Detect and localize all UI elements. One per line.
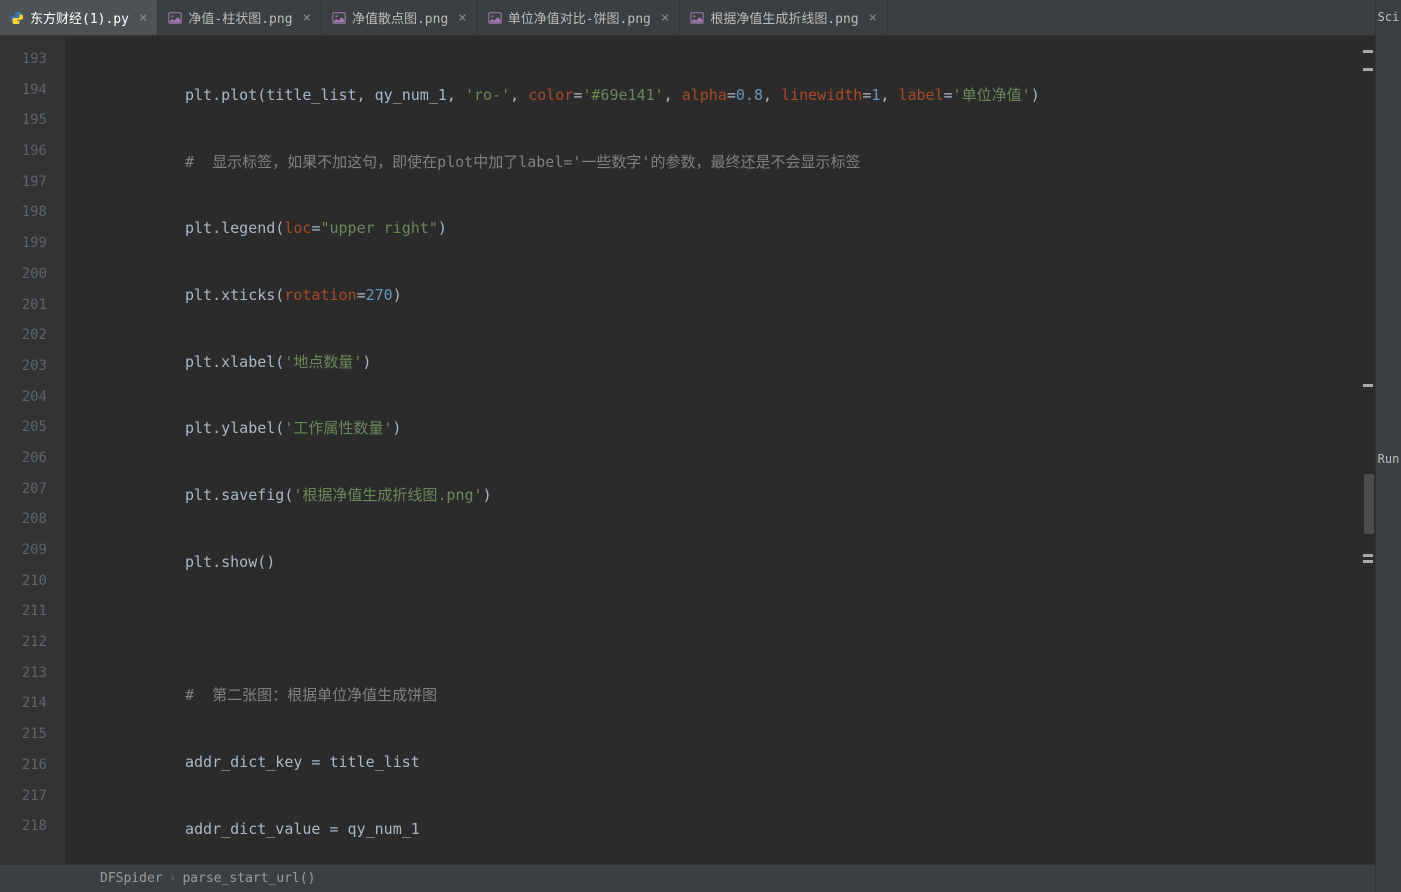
- close-icon[interactable]: ×: [869, 10, 877, 26]
- editor-scrollbar[interactable]: [1361, 44, 1375, 864]
- tab-image-4[interactable]: 根据净值生成折线图.png ×: [680, 0, 888, 35]
- line-number: 216: [0, 750, 65, 781]
- line-number: 211: [0, 596, 65, 627]
- line-number: 202: [0, 320, 65, 351]
- scroll-marker: [1363, 554, 1373, 557]
- line-number: 204: [0, 382, 65, 413]
- python-file-icon: [10, 11, 24, 25]
- breadcrumb-item[interactable]: DFSpider: [100, 871, 163, 886]
- line-number: 206: [0, 443, 65, 474]
- line-number: 195: [0, 105, 65, 136]
- tab-label: 净值散点图.png: [352, 8, 448, 27]
- sciview-tool-button[interactable]: Sci: [1376, 6, 1401, 28]
- line-number: 198: [0, 197, 65, 228]
- scroll-marker: [1363, 560, 1373, 563]
- line-number: 199: [0, 228, 65, 259]
- line-number: 215: [0, 719, 65, 750]
- image-file-icon: [332, 11, 346, 25]
- line-number: 194: [0, 75, 65, 106]
- line-number: 201: [0, 290, 65, 321]
- line-number: 200: [0, 259, 65, 290]
- line-number: 217: [0, 781, 65, 812]
- tab-label: 东方财经(1).py: [30, 8, 129, 27]
- line-number: 210: [0, 566, 65, 597]
- line-number: 203: [0, 351, 65, 382]
- right-tool-sidebar: Sci Run: [1375, 0, 1401, 892]
- scroll-marker: [1363, 50, 1373, 53]
- run-tool-button[interactable]: Run: [1376, 448, 1401, 470]
- line-number: 196: [0, 136, 65, 167]
- tab-image-2[interactable]: 净值散点图.png ×: [322, 0, 478, 35]
- scroll-marker: [1363, 384, 1373, 387]
- close-icon[interactable]: ×: [139, 10, 147, 26]
- image-file-icon: [168, 11, 182, 25]
- line-number: 193: [0, 44, 65, 75]
- chevron-right-icon: ›: [169, 871, 177, 886]
- breadcrumb: DFSpider › parse_start_url(): [0, 864, 1375, 892]
- code-editor-content[interactable]: plt.plot(title_list, qy_num_1, 'ro-', co…: [65, 36, 1375, 864]
- editor[interactable]: 193 194 195 196 197 198 199 200 201 202 …: [0, 36, 1375, 864]
- scrollbar-thumb[interactable]: [1364, 474, 1374, 534]
- line-number: 197: [0, 167, 65, 198]
- line-number: 207: [0, 474, 65, 505]
- tab-image-3[interactable]: 单位净值对比-饼图.png ×: [478, 0, 681, 35]
- line-number: 205: [0, 412, 65, 443]
- tab-label: 根据净值生成折线图.png: [710, 8, 858, 27]
- tab-label: 单位净值对比-饼图.png: [508, 8, 651, 27]
- scroll-marker: [1363, 68, 1373, 71]
- line-number-gutter: 193 194 195 196 197 198 199 200 201 202 …: [0, 36, 65, 864]
- line-number: 213: [0, 658, 65, 689]
- line-number: 208: [0, 504, 65, 535]
- tab-image-1[interactable]: 净值-柱状图.png ×: [158, 0, 322, 35]
- tab-label: 净值-柱状图.png: [188, 8, 292, 27]
- image-file-icon: [690, 11, 704, 25]
- tab-bar: 东方财经(1).py × 净值-柱状图.png × 净值散点图.png × 单位…: [0, 0, 1375, 36]
- close-icon[interactable]: ×: [458, 10, 466, 26]
- line-number: 212: [0, 627, 65, 658]
- line-number: 218: [0, 811, 65, 842]
- close-icon[interactable]: ×: [303, 10, 311, 26]
- main-editor-area: 东方财经(1).py × 净值-柱状图.png × 净值散点图.png × 单位…: [0, 0, 1375, 892]
- image-file-icon: [488, 11, 502, 25]
- close-icon[interactable]: ×: [661, 10, 669, 26]
- line-number: 214: [0, 688, 65, 719]
- line-number: 209: [0, 535, 65, 566]
- breadcrumb-item[interactable]: parse_start_url(): [182, 871, 315, 886]
- tab-python-file[interactable]: 东方财经(1).py ×: [0, 0, 158, 35]
